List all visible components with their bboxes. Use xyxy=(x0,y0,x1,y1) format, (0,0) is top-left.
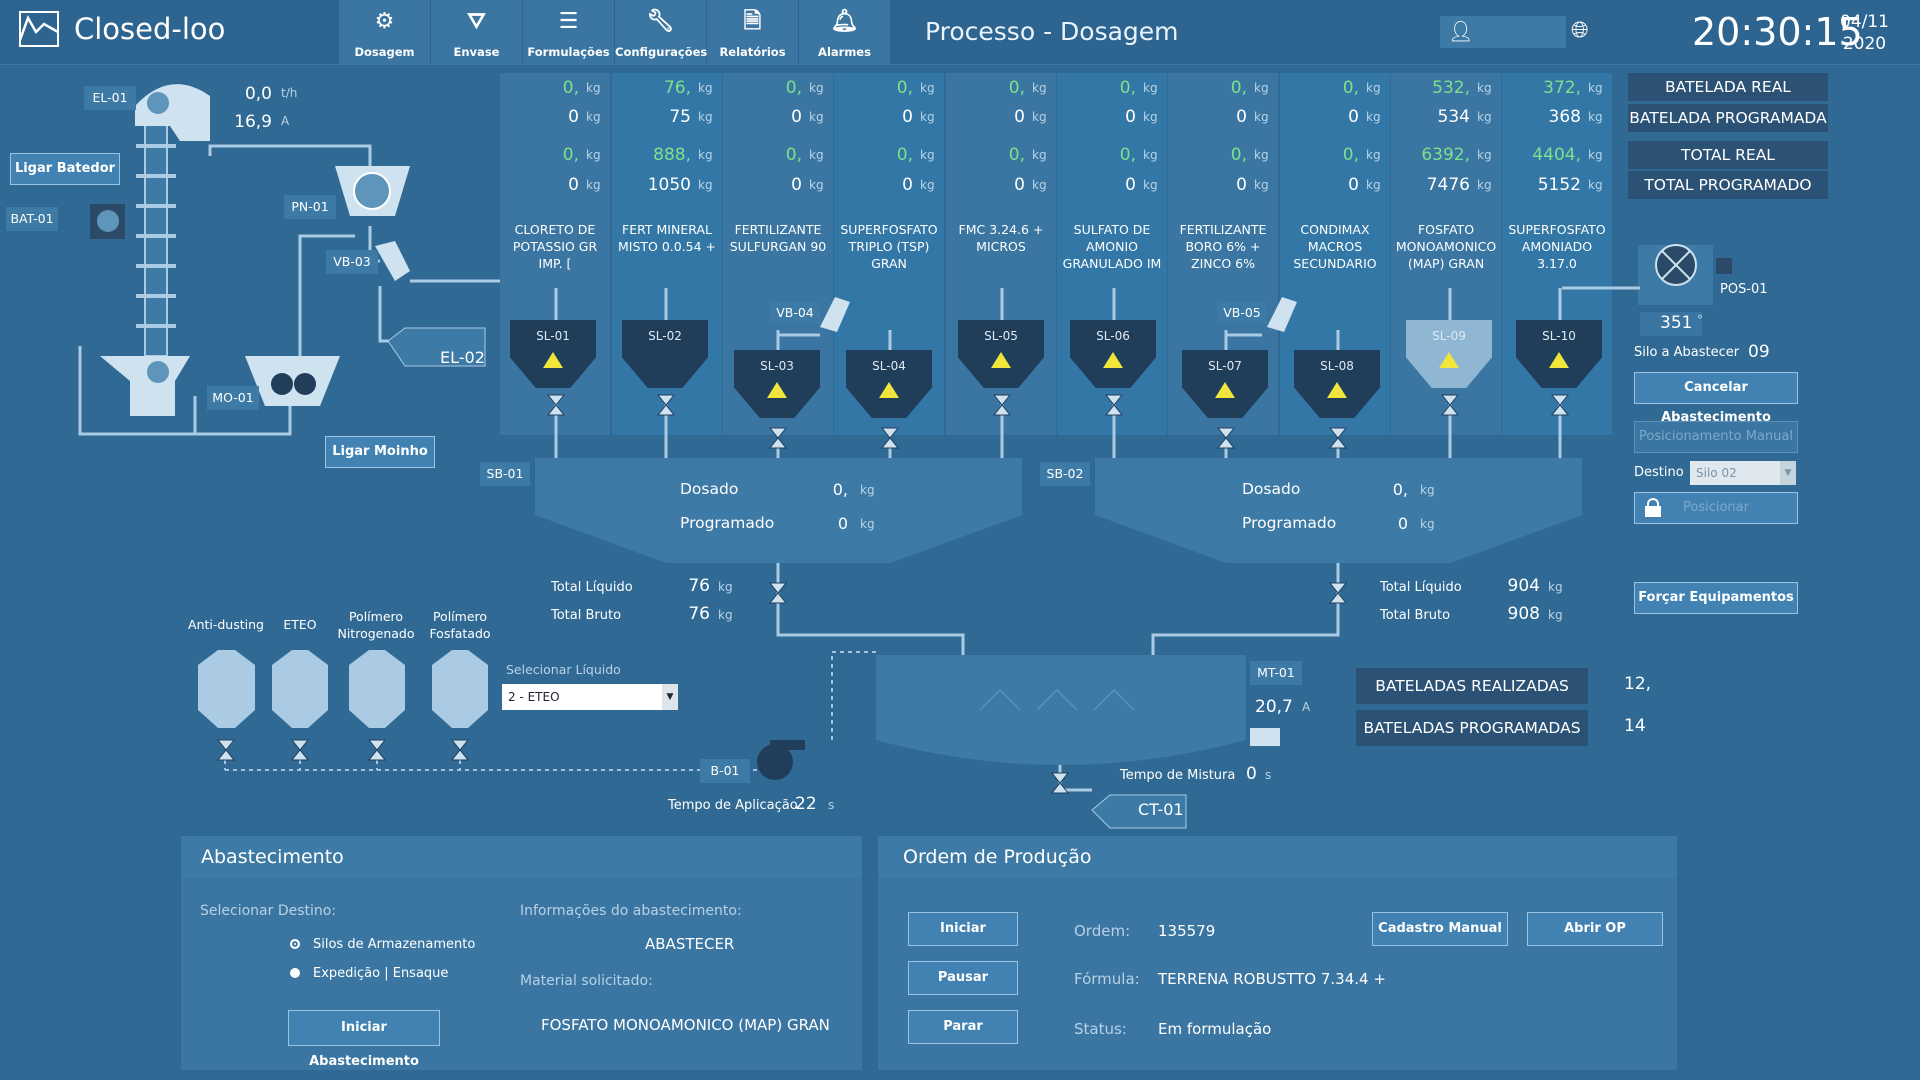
silo-9-tag: SL-09 xyxy=(1432,329,1466,343)
liquido-select[interactable]: 2 - ETEO ▼ xyxy=(502,684,678,710)
sb01-programado-value: 0 xyxy=(837,514,848,533)
radio-expedicao[interactable] xyxy=(290,968,300,978)
mt01-current: 20,7 xyxy=(1255,697,1293,717)
left-total-bruto-value: 76 xyxy=(688,604,710,624)
status-value: Em formulação xyxy=(1158,1020,1272,1038)
cadastro-manual-button[interactable]: Cadastro Manual xyxy=(1372,912,1508,946)
silo-10-tag: SL-10 xyxy=(1542,329,1576,343)
tempo-aplicacao-value: 22 xyxy=(795,794,817,814)
sb01-dosado-label: Dosado xyxy=(680,480,739,498)
sb02-programado-label: Programado xyxy=(1242,514,1337,532)
warning-icon xyxy=(1327,382,1347,398)
mt01-tag: MT-01 xyxy=(1250,661,1302,685)
warning-icon xyxy=(1549,352,1569,368)
tempo-mistura-label: Tempo de Mistura xyxy=(1120,768,1236,783)
silo-6-tag: SL-06 xyxy=(1096,329,1130,343)
liquid-polimero-p-label: Polímero Fosfatado xyxy=(429,609,491,641)
warning-icon xyxy=(879,382,899,398)
bateladas-programadas-value: 14 xyxy=(1624,716,1646,736)
radio-silos[interactable] xyxy=(290,939,300,949)
silo-2-tag: SL-02 xyxy=(648,329,682,343)
warning-icon xyxy=(543,352,563,368)
right-total-bruto-label: Total Bruto xyxy=(1380,608,1451,623)
chevron-down-icon: ▼ xyxy=(662,684,678,710)
warning-icon xyxy=(767,382,787,398)
b01-tag: B-01 xyxy=(700,759,750,783)
bateladas-programadas-label: BATELADAS PROGRAMADAS xyxy=(1356,710,1588,746)
iniciar-button[interactable]: Iniciar xyxy=(908,912,1018,946)
formula-value: TERRENA ROBUSTTO 7.34.4 + xyxy=(1158,970,1386,988)
silo-7-tag: SL-07 xyxy=(1208,359,1242,373)
right-total-liquido-label: Total Líquido xyxy=(1380,580,1462,595)
iniciar-abastecimento-button[interactable]: Iniciar Abastecimento xyxy=(288,1010,440,1069)
formula-label: Fórmula: xyxy=(1074,970,1140,988)
radio-silos-label: Silos de Armazenamento xyxy=(313,937,476,952)
radio-expedicao-label: Expedição | Ensaque xyxy=(313,966,449,981)
material-solicitado-value: FOSFATO MONOAMONICO (MAP) GRAN xyxy=(541,1016,830,1034)
pausar-button[interactable]: Pausar xyxy=(908,961,1018,995)
warning-icon xyxy=(991,352,1011,368)
right-total-liquido-value: 904 xyxy=(1507,576,1540,596)
info-abastecimento-value: ABASTECER xyxy=(645,935,735,953)
info-abastecimento-label: Informações do abastecimento: xyxy=(520,903,742,919)
sb01-programado-label: Programado xyxy=(680,514,775,532)
warning-icon xyxy=(1215,382,1235,398)
silo-3-tag: SL-03 xyxy=(760,359,794,373)
sb01-tag: SB-01 xyxy=(480,462,530,486)
ct01-tag: CT-01 xyxy=(1138,800,1184,819)
abrir-op-button[interactable]: Abrir OP xyxy=(1527,912,1663,946)
silo-4-tag: SL-04 xyxy=(872,359,906,373)
left-total-liquido-value: 76 xyxy=(688,576,710,596)
sb02-tag: SB-02 xyxy=(1040,462,1090,486)
right-total-bruto-value: 908 xyxy=(1507,604,1540,624)
tempo-aplicacao-label: Tempo de Aplicação xyxy=(668,798,798,813)
ordem-producao-title: Ordem de Produção xyxy=(878,836,1677,878)
ordem-value: 135579 xyxy=(1158,922,1216,940)
status-label: Status: xyxy=(1074,1020,1127,1038)
sb02-programado-value: 0 xyxy=(1397,514,1408,533)
left-total-bruto-label: Total Bruto xyxy=(551,608,622,623)
left-total-liquido-label: Total Líquido xyxy=(551,580,633,595)
tempo-mistura-value: 0 xyxy=(1246,764,1257,784)
silo-1-tag: SL-01 xyxy=(536,329,570,343)
sb01-dosado-value: 0, xyxy=(832,480,848,499)
silo-8-tag: SL-08 xyxy=(1320,359,1354,373)
silo-5-tag: SL-05 xyxy=(984,329,1018,343)
material-solicitado-label: Material solicitado: xyxy=(520,973,653,989)
bateladas-realizadas-value: 12, xyxy=(1624,674,1652,694)
parar-button[interactable]: Parar xyxy=(908,1010,1018,1044)
sb02-dosado-label: Dosado xyxy=(1242,480,1301,498)
ordem-label: Ordem: xyxy=(1074,922,1131,940)
selecionar-destino-label: Selecionar Destino: xyxy=(200,903,337,919)
selecionar-liquido-label: Selecionar Líquido xyxy=(506,662,621,677)
bateladas-realizadas-label: BATELADAS REALIZADAS xyxy=(1356,668,1588,704)
warning-icon xyxy=(1439,352,1459,368)
abastecimento-title: Abastecimento xyxy=(181,836,862,878)
warning-icon xyxy=(1103,352,1123,368)
sb02-dosado-value: 0, xyxy=(1392,480,1408,499)
